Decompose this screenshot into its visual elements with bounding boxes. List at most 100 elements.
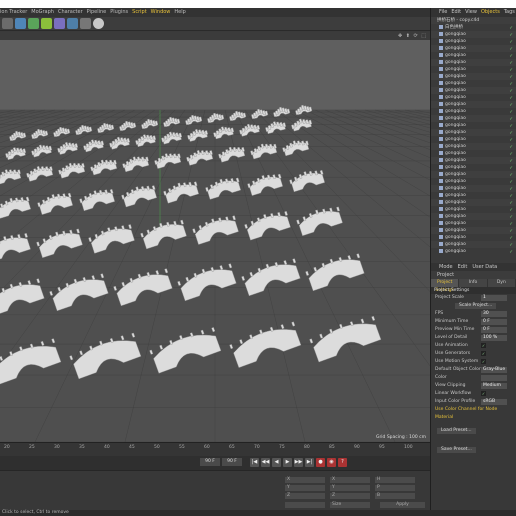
object-row[interactable]: gongqiao ✓	[431, 115, 516, 122]
object-row[interactable]: gongqiao ✓	[431, 234, 516, 241]
size-z-field[interactable]: Z	[330, 493, 370, 499]
menu-item[interactable]: Window	[151, 8, 171, 17]
deformer-icon[interactable]	[54, 18, 65, 29]
timeline-ruler[interactable]: 20 25 30 35 40 45 50 55 60 65 70 75 80 85 90 95 100	[0, 442, 430, 456]
object-row[interactable]: gongqiao ✓	[431, 171, 516, 178]
viewport-nav-icons[interactable]: ✥ ⬆ ⟳ ⬚	[398, 32, 427, 40]
object-row[interactable]: gongqiao ✓	[431, 129, 516, 136]
save-preset-button[interactable]: Save Preset...	[437, 447, 476, 453]
go-start-button[interactable]: |◀	[250, 458, 259, 467]
size-x-field[interactable]: X	[330, 477, 370, 483]
pos-x-field[interactable]: X	[285, 477, 325, 483]
object-row[interactable]: gongqiao ✓	[431, 94, 516, 101]
menu-item[interactable]: Character	[58, 8, 83, 17]
autokey-button[interactable]: ◉	[327, 458, 336, 467]
object-manager-file-row[interactable]: 拱桥石桥 - copy.c4d	[431, 17, 516, 24]
object-row[interactable]: gongqiao ✓	[431, 213, 516, 220]
attribute-checkbox[interactable]: ✓	[481, 343, 486, 348]
attribute-checkbox[interactable]: ✓	[481, 391, 486, 396]
object-row[interactable]: 白色拱桥 ✓	[431, 24, 516, 31]
pen-icon[interactable]	[15, 18, 26, 29]
menu-item[interactable]: Help	[174, 8, 185, 17]
pos-y-field[interactable]: Y	[285, 485, 325, 491]
object-row[interactable]: gongqiao ✓	[431, 143, 516, 150]
rot-b-field[interactable]: B	[375, 493, 415, 499]
object-row[interactable]: gongqiao ✓	[431, 185, 516, 192]
attribute-value-field[interactable]: 100 %	[481, 335, 507, 341]
prev-frame-button[interactable]: ◀	[272, 458, 281, 467]
object-row[interactable]: gongqiao ✓	[431, 178, 516, 185]
cloner-icon[interactable]	[41, 18, 52, 29]
rot-h-field[interactable]: H	[375, 477, 415, 483]
object-row[interactable]: gongqiao ✓	[431, 199, 516, 206]
object-row[interactable]: gongqiao ✓	[431, 101, 516, 108]
om-menu-item[interactable]: Edit	[451, 9, 461, 15]
object-row[interactable]: gongqiao ✓	[431, 73, 516, 80]
scene-icon[interactable]	[67, 18, 78, 29]
object-row[interactable]: gongqiao ✓	[431, 80, 516, 87]
attribute-checkbox[interactable]: ✓	[481, 359, 486, 364]
menu-item[interactable]: Pipeline	[87, 8, 107, 17]
attribute-value-field[interactable]: 0 F	[481, 327, 507, 333]
attribute-value-field[interactable]	[481, 375, 507, 381]
attribute-tab[interactable]: Dyn	[487, 279, 516, 287]
attr-menu-item[interactable]: Mode	[439, 264, 453, 270]
light-icon[interactable]	[93, 18, 104, 29]
attribute-tab[interactable]: Info	[459, 279, 488, 287]
play-button[interactable]: ▶	[283, 458, 292, 467]
attribute-tab[interactable]: Project Settings	[431, 279, 460, 293]
size-dropdown[interactable]: Size	[330, 502, 370, 508]
visibility-check-icon[interactable]: ✓	[509, 249, 513, 256]
object-row[interactable]: gongqiao ✓	[431, 241, 516, 248]
menu-item[interactable]: MoGraph	[31, 8, 54, 17]
om-menu-item[interactable]: View	[465, 9, 477, 15]
attribute-checkbox[interactable]: ✓	[481, 351, 486, 356]
current-frame-field[interactable]: 90 F	[200, 458, 220, 466]
subdivide-icon[interactable]	[28, 18, 39, 29]
object-row[interactable]: gongqiao ✓	[431, 108, 516, 115]
scale-project-button[interactable]: Scale Project...	[455, 303, 497, 309]
object-row[interactable]: gongqiao ✓	[431, 66, 516, 73]
3d-viewport[interactable]: Grid Spacing : 100 cm	[0, 40, 430, 442]
object-row[interactable]: gongqiao ✓	[431, 38, 516, 45]
object-row[interactable]: gongqiao ✓	[431, 150, 516, 157]
camera-icon[interactable]	[80, 18, 91, 29]
apply-button[interactable]: Apply	[380, 502, 425, 508]
object-row[interactable]: gongqiao ✓	[431, 59, 516, 66]
menu-item[interactable]: Plugins	[110, 8, 128, 17]
object-row[interactable]: gongqiao ✓	[431, 31, 516, 38]
next-frame-button[interactable]: ▶▶	[294, 458, 303, 467]
om-menu-item[interactable]: Tags	[504, 9, 515, 15]
object-row[interactable]: gongqiao ✓	[431, 122, 516, 129]
om-menu-item[interactable]: Objects	[481, 9, 500, 15]
size-y-field[interactable]: Y	[330, 485, 370, 491]
attr-menu-item[interactable]: User Data	[472, 264, 497, 270]
prev-key-button[interactable]: ◀◀	[261, 458, 270, 467]
go-end-button[interactable]: ▶|	[305, 458, 314, 467]
rot-p-field[interactable]: P	[375, 485, 415, 491]
pos-z-field[interactable]: Z	[285, 493, 325, 499]
object-row[interactable]: gongqiao ✓	[431, 52, 516, 59]
object-row[interactable]: gongqiao ✓	[431, 87, 516, 94]
object-row[interactable]: gongqiao ✓	[431, 157, 516, 164]
om-menu-item[interactable]: File	[439, 9, 447, 15]
object-row[interactable]: gongqiao ✓	[431, 206, 516, 213]
object-row[interactable]: gongqiao ✓	[431, 192, 516, 199]
object-row[interactable]: gongqiao ✓	[431, 136, 516, 143]
object-row[interactable]: gongqiao ✓	[431, 164, 516, 171]
end-frame-field[interactable]: 90 F	[222, 458, 242, 466]
attr-menu-item[interactable]: Edit	[458, 264, 468, 270]
object-row[interactable]: gongqiao ✓	[431, 227, 516, 234]
attribute-value-field[interactable]: Gray-Blue	[481, 367, 507, 373]
menu-item[interactable]: ion Tracker	[0, 8, 27, 17]
world-dropdown[interactable]	[285, 502, 325, 508]
attribute-value-field[interactable]: 1	[481, 295, 507, 301]
attribute-value-field[interactable]: Medium	[481, 383, 507, 389]
menu-item[interactable]: Script	[132, 8, 147, 17]
record-button[interactable]: ●	[316, 458, 325, 467]
cube-icon[interactable]	[2, 18, 13, 29]
attribute-value-field[interactable]: 30	[481, 311, 507, 317]
help-button[interactable]: ?	[338, 458, 347, 467]
load-preset-button[interactable]: Load Preset...	[437, 428, 476, 434]
object-row[interactable]: gongqiao ✓	[431, 248, 516, 255]
